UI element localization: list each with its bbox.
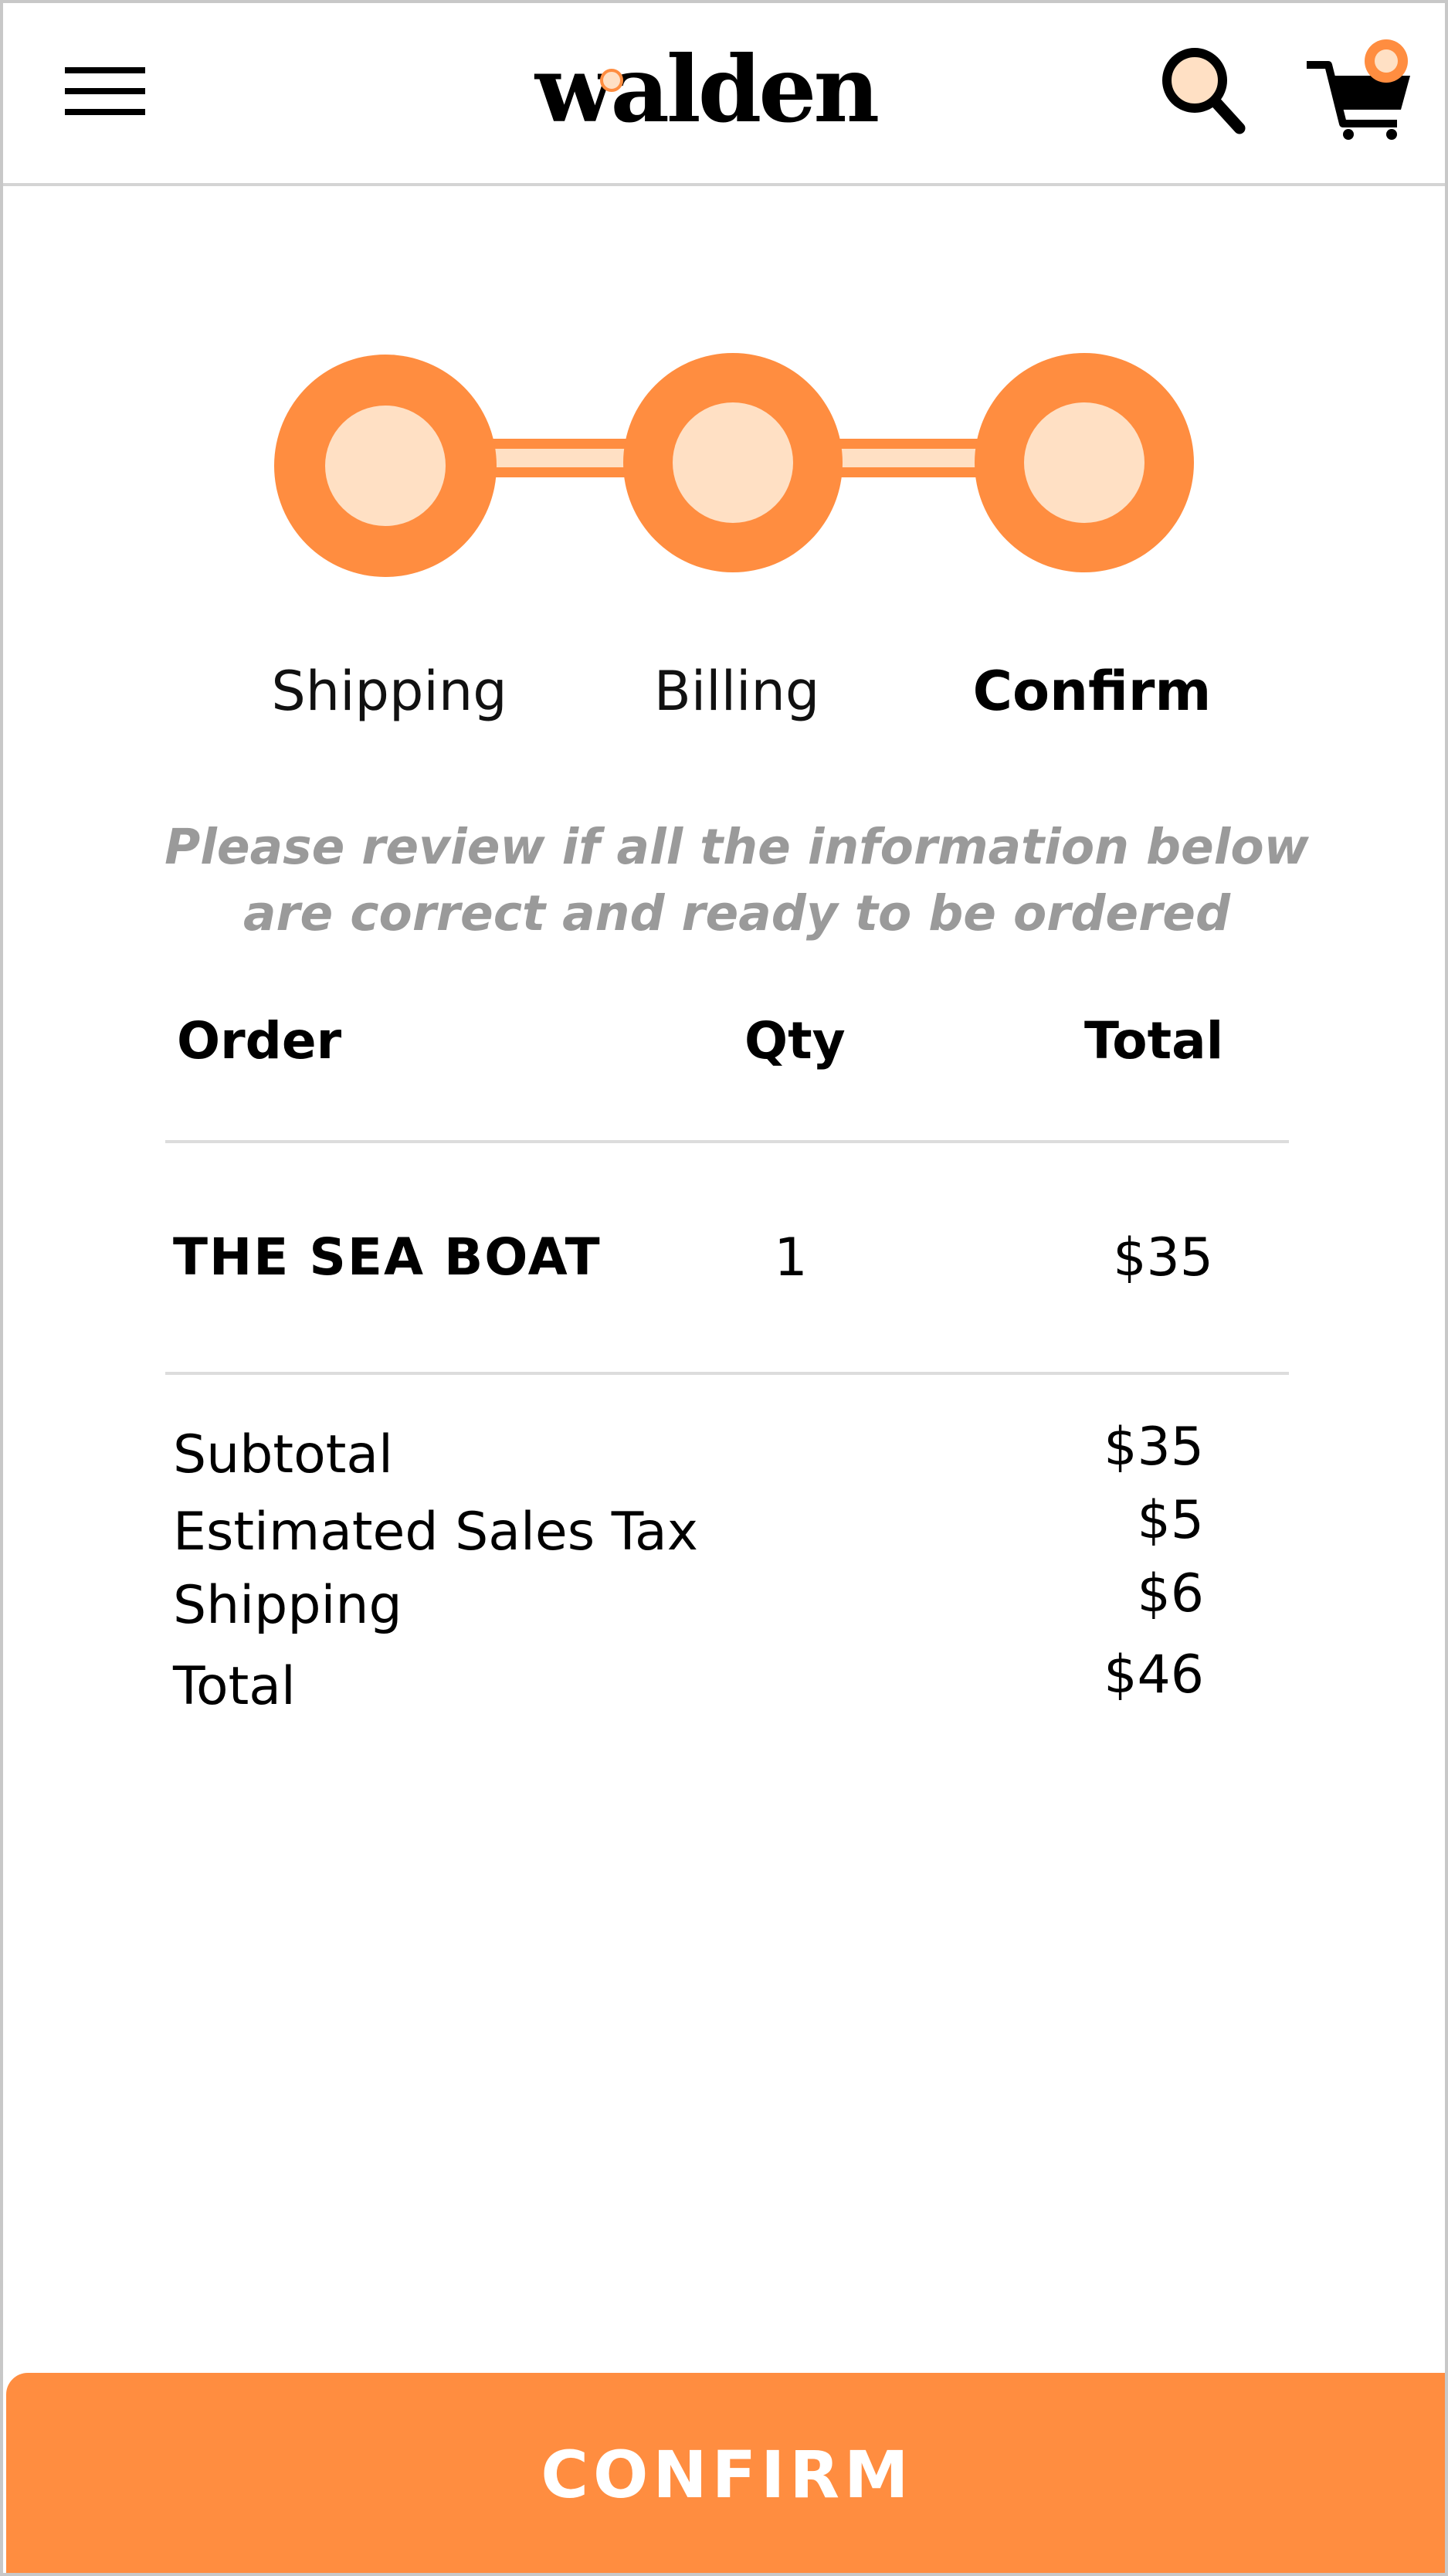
step-confirm-circle[interactable] [975, 353, 1194, 572]
confirm-button-label: CONFIRM [541, 2436, 914, 2513]
summary-value-total: $46 [1104, 1644, 1204, 1705]
column-header-order: Order [177, 1011, 342, 1071]
summary-label-total: Total [173, 1656, 296, 1717]
summary-value-shipping: $6 [1137, 1563, 1204, 1624]
summary-label-shipping: Shipping [173, 1575, 402, 1636]
cart-icon[interactable] [1300, 32, 1416, 141]
review-notice-line-2: are correct and ready to be ordered [242, 885, 1231, 942]
review-notice: Please review if all the information bel… [158, 814, 1316, 947]
order-item-name: THE SEA BOAT [173, 1227, 602, 1287]
step-label-shipping[interactable]: Shipping [266, 660, 513, 723]
table-divider [165, 1140, 1289, 1143]
step-label-confirm[interactable]: Confirm [968, 660, 1216, 723]
hamburger-menu-icon[interactable] [65, 67, 145, 115]
summary-label-subtotal: Subtotal [173, 1424, 393, 1485]
step-shipping-circle[interactable] [274, 355, 497, 577]
summary-value-tax: $5 [1137, 1490, 1204, 1551]
review-notice-line-1: Please review if all the information bel… [164, 819, 1309, 875]
summary-label-tax: Estimated Sales Tax [173, 1502, 698, 1563]
checkout-stepper [273, 351, 1200, 582]
checkout-confirm-screen: walden Shipping Billing Confirm Please r… [0, 0, 1448, 2576]
summary-value-subtotal: $35 [1104, 1417, 1204, 1478]
column-header-qty: Qty [744, 1011, 846, 1071]
confirm-button[interactable]: CONFIRM [6, 2373, 1445, 2573]
column-header-total: Total [1084, 1011, 1224, 1071]
search-icon[interactable] [1158, 43, 1246, 136]
walden-logo[interactable]: walden [497, 36, 914, 143]
step-billing-circle[interactable] [623, 353, 843, 572]
step-label-billing[interactable]: Billing [621, 660, 853, 723]
order-item-qty: 1 [774, 1227, 808, 1288]
order-item-total: $35 [1113, 1227, 1213, 1288]
app-header: walden [3, 3, 1445, 186]
table-divider [165, 1372, 1289, 1375]
logo-text: walden [534, 48, 878, 133]
